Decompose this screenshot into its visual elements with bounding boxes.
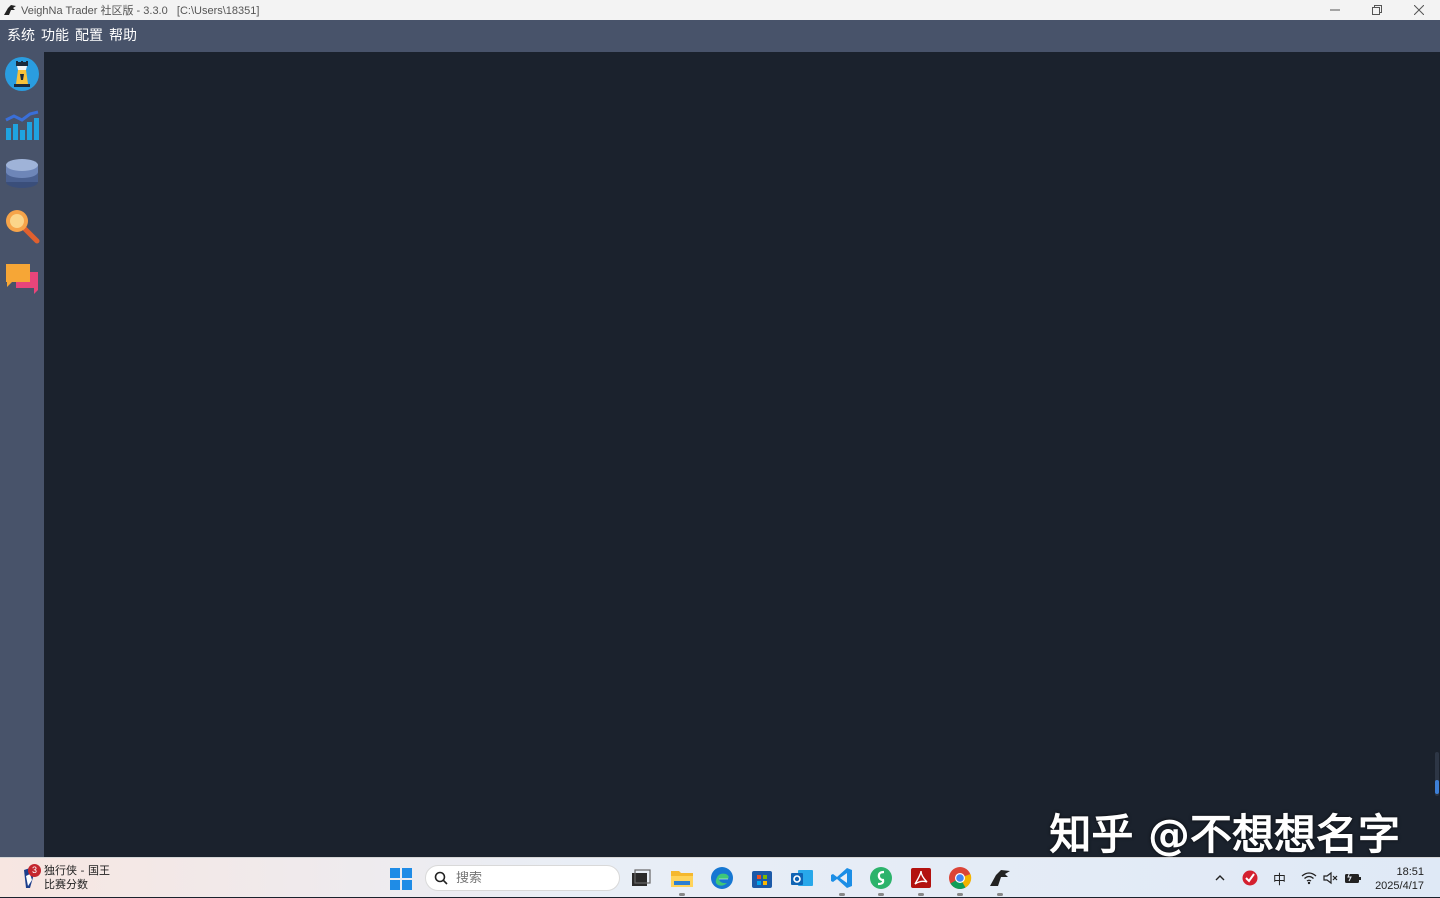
chart-wizard-button[interactable] <box>4 108 40 144</box>
taskbar-green-app[interactable] <box>869 866 893 896</box>
ime-indicator[interactable]: 中 <box>1273 858 1286 898</box>
notification-badge: 3 <box>28 864 41 877</box>
green-app-icon <box>870 867 892 889</box>
cta-strategy-button[interactable] <box>4 56 40 92</box>
taskbar-clock[interactable]: 18:51 2025/4/17 <box>1375 865 1424 893</box>
taskbar-outlook[interactable] <box>790 866 814 890</box>
menu-config[interactable]: 配置 <box>72 20 106 52</box>
edge-browser-icon <box>711 867 733 889</box>
close-icon <box>1414 5 1424 15</box>
menu-system[interactable]: 系统 <box>4 20 38 52</box>
vertical-scrollbar[interactable] <box>1435 752 1439 796</box>
wifi-icon <box>1301 872 1317 885</box>
veighna-logo-icon <box>4 5 16 15</box>
news-widget[interactable]: 3 独行侠 - 国王 比赛分数 <box>20 862 110 894</box>
menu-help[interactable]: 帮助 <box>106 20 140 52</box>
start-button[interactable] <box>390 868 412 890</box>
tray-battery[interactable] <box>1344 858 1362 898</box>
data-manager-button[interactable] <box>4 156 40 192</box>
running-indicator <box>957 893 963 896</box>
sports-widget-icon: 3 <box>20 864 41 890</box>
minimize-button[interactable] <box>1314 0 1356 20</box>
task-view-icon <box>632 869 651 886</box>
chevron-up-icon <box>1215 875 1225 881</box>
main-workspace: 知乎 @不想想名字 <box>44 52 1440 857</box>
taskbar-vscode[interactable] <box>830 866 854 896</box>
running-indicator <box>679 893 685 896</box>
window-title: VeighNa Trader 社区版 - 3.3.0 [C:\Users\183… <box>21 5 260 17</box>
running-indicator <box>839 893 845 896</box>
taskbar-chrome[interactable] <box>948 866 972 896</box>
close-button[interactable] <box>1398 0 1440 20</box>
search-tool-button[interactable] <box>4 208 40 244</box>
pdf-reader-icon <box>911 868 931 888</box>
clock-time: 18:51 <box>1396 866 1424 878</box>
taskbar: 3 独行侠 - 国王 比赛分数 搜索 中 18:51 2025/4/17 <box>0 857 1440 897</box>
taskbar-search[interactable] <box>425 865 620 891</box>
running-indicator <box>997 893 1003 896</box>
taskbar-store[interactable] <box>750 866 774 890</box>
chrome-icon <box>949 867 972 889</box>
store-icon <box>752 871 772 888</box>
taskbar-acrobat[interactable] <box>909 866 933 896</box>
windows-logo-icon <box>390 868 412 890</box>
shield-check-icon <box>1242 870 1258 886</box>
search-icon <box>434 871 448 885</box>
menu-function[interactable]: 功能 <box>38 20 72 52</box>
taskbar-edge[interactable] <box>710 866 734 890</box>
chess-rook-icon <box>5 57 39 91</box>
running-indicator <box>918 893 924 896</box>
battery-charging-icon <box>1345 871 1361 883</box>
community-chat-button[interactable] <box>4 260 40 296</box>
minimize-icon <box>1330 9 1340 11</box>
widget-subtitle: 比赛分数 <box>44 878 88 891</box>
clock-date: 2025/4/17 <box>1375 880 1424 892</box>
widget-headline: 独行侠 - 国王 <box>44 864 110 877</box>
tray-network[interactable] <box>1301 858 1317 898</box>
taskbar-veighna[interactable] <box>988 866 1012 896</box>
menu-bar: 系统 功能 配置 帮助 <box>0 20 1440 52</box>
veighna-logo-icon <box>990 870 1010 886</box>
show-hidden-icons[interactable] <box>1214 858 1226 898</box>
tray-antivirus[interactable] <box>1242 858 1258 898</box>
database-icon <box>6 159 38 188</box>
folder-icon <box>671 871 693 887</box>
search-input[interactable] <box>456 870 596 886</box>
window-controls <box>1314 0 1440 20</box>
restore-icon <box>1372 5 1382 15</box>
watermark-text: 知乎 @不想想名字 <box>1049 810 1400 859</box>
chat-bubbles-icon <box>6 264 38 294</box>
tray-volume[interactable] <box>1322 858 1338 898</box>
window-titlebar: VeighNa Trader 社区版 - 3.3.0 [C:\Users\183… <box>0 0 1440 20</box>
outlook-icon <box>791 870 813 886</box>
running-indicator <box>878 893 884 896</box>
volume-muted-icon <box>1323 871 1338 885</box>
taskbar-file-explorer[interactable] <box>670 866 694 896</box>
left-toolbar <box>0 52 44 857</box>
taskbar-task-view[interactable] <box>629 866 653 890</box>
restore-button[interactable] <box>1356 0 1398 20</box>
bar-chart-icon <box>5 110 39 140</box>
scrollbar-thumb[interactable] <box>1435 780 1439 794</box>
vscode-icon <box>831 868 852 888</box>
magnifier-icon <box>6 210 40 244</box>
